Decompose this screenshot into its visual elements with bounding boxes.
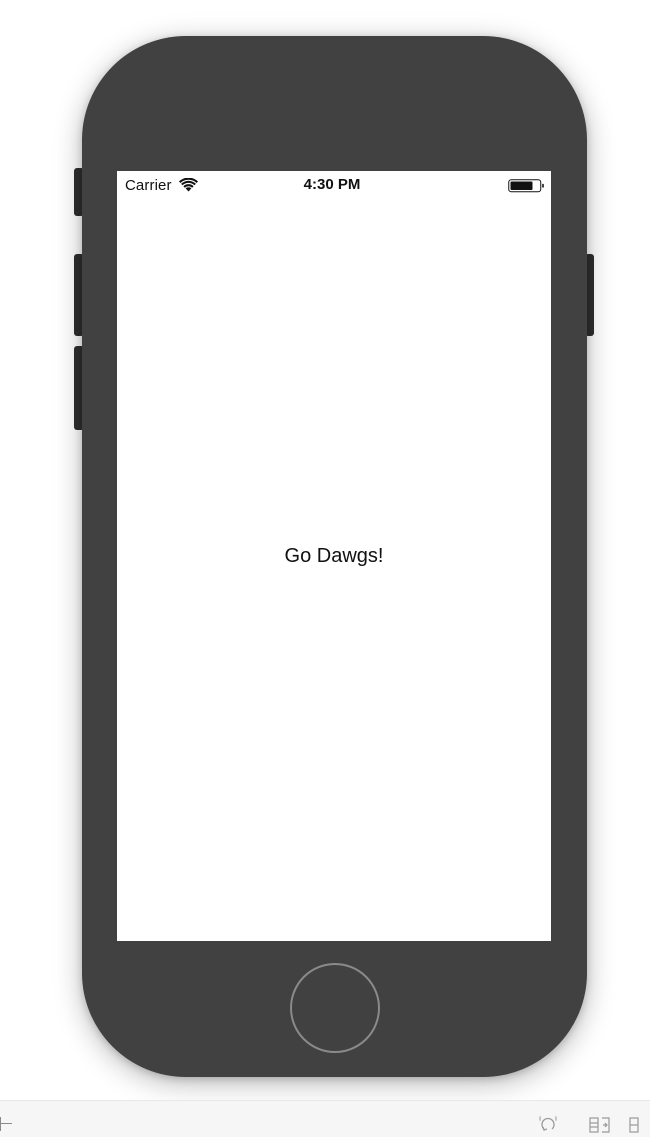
device-screen: Carrier 4:30 PM Go Dawgs! <box>117 171 551 941</box>
canvas-toolbar <box>0 1100 650 1137</box>
go-dawgs-label: Go Dawgs! <box>284 545 384 567</box>
resolve-layout-icon[interactable] <box>589 1115 611 1135</box>
refresh-icon[interactable] <box>537 1115 559 1135</box>
home-button[interactable] <box>290 963 380 1053</box>
status-bar: Carrier 4:30 PM <box>117 171 551 199</box>
left-edge-marker <box>0 1117 12 1131</box>
status-time: 4:30 PM <box>303 176 361 193</box>
embed-icon[interactable] <box>628 1115 650 1135</box>
battery-icon <box>508 179 544 193</box>
